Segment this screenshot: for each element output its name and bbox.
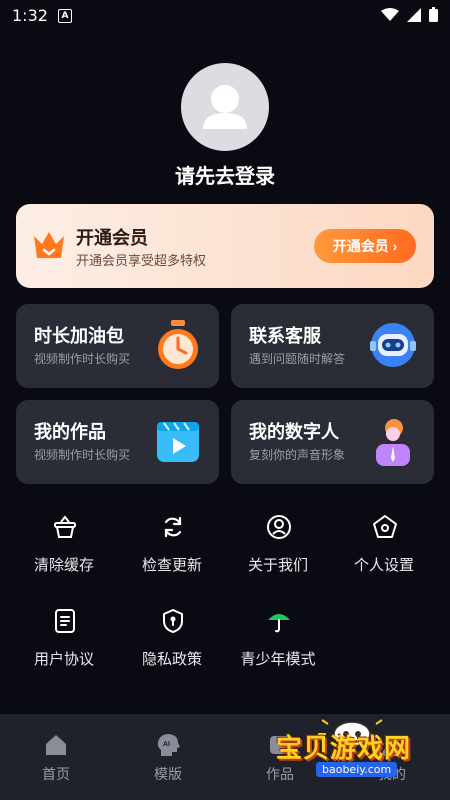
card-subtitle: 复刻你的声音形象 xyxy=(249,448,346,462)
avatar[interactable] xyxy=(181,63,269,151)
vip-card[interactable]: 开通会员 开通会员享受超多特权 开通会员 › xyxy=(16,204,434,288)
digital-person-icon xyxy=(376,419,410,466)
crown-icon xyxy=(34,232,64,258)
card-duration-pack[interactable]: 时长加油包 视频制作时长购买 xyxy=(16,304,219,388)
grid-label: 关于我们 xyxy=(247,556,308,574)
grid-label: 用户协议 xyxy=(33,650,94,668)
watermark-url: baobeiy.com xyxy=(316,762,398,777)
card-subtitle: 视频制作时长购买 xyxy=(34,352,131,366)
basket-icon xyxy=(54,515,76,538)
vip-subtitle: 开通会员享受超多特权 xyxy=(76,254,207,269)
grid-privacy-policy[interactable]: 隐私政策 xyxy=(116,608,228,688)
svg-text:AI: AI xyxy=(163,741,170,748)
grid-personal-settings[interactable]: 个人设置 xyxy=(328,514,440,594)
timer-icon xyxy=(158,320,198,369)
grid-teen-mode[interactable]: 青少年模式 xyxy=(222,608,334,688)
card-customer-service[interactable]: 联系客服 遇到问题随时解答 xyxy=(231,304,434,388)
status-time: 1:32 xyxy=(12,6,48,25)
card-title: 联系客服 xyxy=(249,326,321,347)
status-icons xyxy=(381,7,438,22)
grid-label: 个人设置 xyxy=(353,556,414,574)
grid-label: 隐私政策 xyxy=(141,650,202,668)
grid-label: 检查更新 xyxy=(141,556,202,574)
nav-templates[interactable]: AI 模版 xyxy=(128,732,208,784)
watermark-text: 宝贝游戏网 xyxy=(276,734,412,764)
settings-pentagon-icon xyxy=(373,515,397,538)
card-my-works[interactable]: 我的作品 视频制作时长购买 xyxy=(16,400,219,484)
wifi-icon xyxy=(381,7,399,21)
home-icon xyxy=(46,735,66,755)
card-title: 我的数字人 xyxy=(249,422,339,443)
nav-label: 模版 xyxy=(154,767,182,783)
umbrella-icon xyxy=(268,614,290,633)
user-circle-icon xyxy=(267,515,291,539)
card-subtitle: 视频制作时长购买 xyxy=(34,448,131,462)
card-title: 我的作品 xyxy=(34,422,106,443)
refresh-icon xyxy=(164,516,182,538)
battery-icon xyxy=(429,7,438,22)
grid-user-agreement[interactable]: 用户协议 xyxy=(8,608,120,688)
status-bar: 1:32 A xyxy=(0,0,450,32)
grid-about-us[interactable]: 关于我们 xyxy=(222,514,334,594)
shield-icon xyxy=(163,609,183,633)
ai-head-icon: AI xyxy=(157,734,180,756)
document-icon xyxy=(55,609,75,633)
grid-check-update[interactable]: 检查更新 xyxy=(116,514,228,594)
signal-icon xyxy=(407,7,421,22)
nav-home[interactable]: 首页 xyxy=(16,732,96,784)
card-digital-human[interactable]: 我的数字人 复刻你的声音形象 xyxy=(231,400,434,484)
notification-a-icon: A xyxy=(58,9,72,23)
vip-title: 开通会员 xyxy=(76,228,148,249)
default-avatar-icon xyxy=(203,85,247,129)
grid-label: 青少年模式 xyxy=(240,650,316,668)
grid-label: 清除缓存 xyxy=(33,556,94,574)
open-vip-button[interactable]: 开通会员 › xyxy=(314,229,416,263)
card-title: 时长加油包 xyxy=(34,326,124,347)
nav-label: 首页 xyxy=(42,767,70,783)
play-video-icon xyxy=(157,422,199,462)
login-prompt[interactable]: 请先去登录 xyxy=(0,160,450,189)
card-subtitle: 遇到问题随时解答 xyxy=(249,352,346,366)
grid-clear-cache[interactable]: 清除缓存 xyxy=(8,514,120,594)
robot-icon xyxy=(370,323,416,367)
